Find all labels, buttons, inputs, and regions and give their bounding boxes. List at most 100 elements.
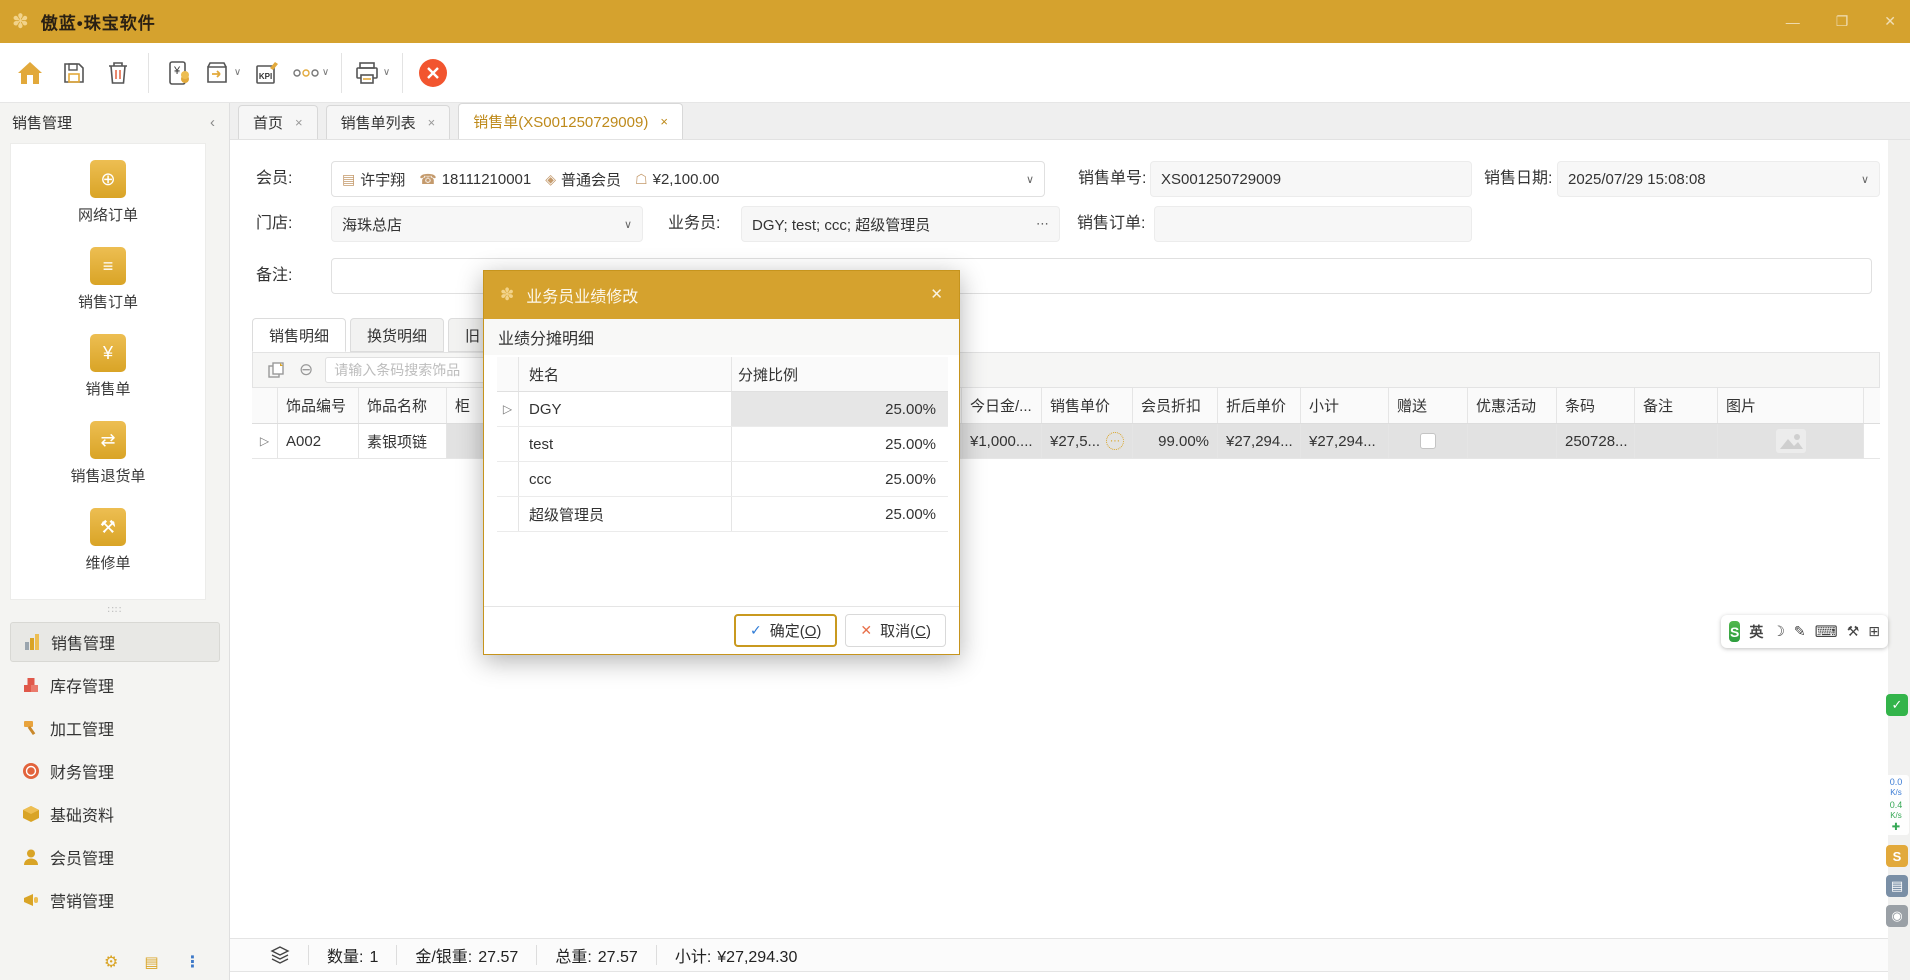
col-subtotal[interactable]: 小计 bbox=[1301, 388, 1389, 423]
window-tray-icon[interactable]: ▤ bbox=[1886, 875, 1908, 897]
cell-name[interactable]: test bbox=[519, 427, 732, 461]
sogou-tray-icon[interactable]: S bbox=[1886, 845, 1908, 867]
cell-item-name[interactable]: 素银项链 bbox=[359, 424, 447, 458]
ime-toolbox-grid-icon[interactable]: ⊞ bbox=[1868, 623, 1880, 640]
salesman-field[interactable]: DGY; test; ccc; 超级管理员 ⋯ bbox=[741, 206, 1060, 242]
copy-rows-button[interactable] bbox=[267, 361, 285, 379]
col-discounted-price[interactable]: 折后单价 bbox=[1218, 388, 1301, 423]
settings-gear-icon[interactable]: ⚙ bbox=[104, 952, 118, 972]
tab-close-icon[interactable]: × bbox=[295, 115, 303, 130]
col-unit-price[interactable]: 销售单价 bbox=[1042, 388, 1133, 423]
ime-language-toggle[interactable]: 英 bbox=[1749, 622, 1763, 642]
minimize-button[interactable]: — bbox=[1786, 14, 1800, 30]
cell-ratio[interactable]: 25.00% bbox=[732, 462, 948, 496]
payment-button[interactable]: ¥ bbox=[159, 51, 199, 95]
sidebar-item-sales-management[interactable]: 销售管理 bbox=[10, 622, 220, 662]
tab-exchange-detail[interactable]: 换货明细 bbox=[350, 318, 444, 352]
header-name[interactable]: 姓名 bbox=[519, 357, 732, 391]
cell-today-gold[interactable]: ¥1,000.... bbox=[962, 424, 1042, 458]
col-remark[interactable]: 备注 bbox=[1635, 388, 1718, 423]
tab-close-icon[interactable]: × bbox=[660, 114, 668, 129]
ime-halfwidth-moon-icon[interactable]: ☽ bbox=[1772, 623, 1785, 640]
tab-sales-list[interactable]: 销售单列表 × bbox=[326, 105, 451, 139]
cell-barcode[interactable]: 250728... bbox=[1557, 424, 1635, 458]
tab-sales-ticket[interactable]: 销售单(XS001250729009) × bbox=[458, 103, 683, 139]
export-button[interactable]: ∨ bbox=[203, 51, 243, 95]
cell-unit-price[interactable]: ¥27,5... ⋯ bbox=[1042, 424, 1133, 458]
cell-name[interactable]: DGY bbox=[519, 392, 732, 426]
print-button[interactable]: ∨ bbox=[352, 51, 392, 95]
ime-skin-pen-icon[interactable]: ✎ bbox=[1794, 623, 1806, 640]
dialog-titlebar[interactable]: ✽ 业务员业绩修改 ✕ bbox=[484, 271, 959, 319]
table-row[interactable]: ▷ DGY 25.00% bbox=[497, 392, 948, 427]
cell-ratio[interactable]: 25.00% bbox=[732, 427, 948, 461]
price-more-icon[interactable]: ⋯ bbox=[1106, 432, 1124, 450]
tab-home[interactable]: 首页 × bbox=[238, 105, 318, 139]
shortcut-sales-return[interactable]: ⇄ 销售退货单 bbox=[70, 421, 145, 486]
col-item-code[interactable]: 饰品编号 bbox=[278, 388, 359, 423]
shortcut-sales-order[interactable]: ≡ 销售订单 bbox=[78, 247, 138, 312]
document-icon[interactable]: ▤ bbox=[144, 953, 158, 971]
cell-ratio[interactable]: 25.00% bbox=[732, 392, 948, 426]
close-tab-button[interactable] bbox=[413, 51, 453, 95]
tab-sales-detail[interactable]: 销售明细 bbox=[252, 318, 346, 352]
shortcut-network-order[interactable]: ⊕ 网络订单 bbox=[78, 160, 138, 225]
order-no-input[interactable] bbox=[1151, 171, 1471, 188]
layers-icon[interactable] bbox=[270, 946, 290, 964]
cell-image[interactable] bbox=[1718, 424, 1864, 458]
member-combo[interactable]: ▤ 许宇翔 ☎ 18111210001 ◈ 普通会员 ☖ ¥2,100.00 ∨ bbox=[331, 161, 1045, 197]
ok-button[interactable]: ✓ 确定(O) bbox=[734, 614, 837, 647]
cell-name[interactable]: 超级管理员 bbox=[519, 497, 732, 531]
chevron-down-icon[interactable]: ∨ bbox=[1861, 173, 1869, 186]
cancel-button[interactable]: ✕ 取消(C) bbox=[845, 614, 946, 647]
sidebar-item-member-management[interactable]: 会员管理 bbox=[10, 837, 220, 877]
date-field[interactable]: 2025/07/29 15:08:08 ∨ bbox=[1557, 161, 1880, 197]
dialog-close-icon[interactable]: ✕ bbox=[930, 285, 943, 303]
remove-row-button[interactable]: ⊖ bbox=[299, 360, 313, 380]
header-ratio[interactable]: 分摊比例 bbox=[732, 357, 948, 391]
cell-item-code[interactable]: A002 bbox=[278, 424, 359, 458]
col-image[interactable]: 图片 bbox=[1718, 388, 1864, 423]
more-vertical-icon[interactable]: ⋮ bbox=[185, 952, 201, 972]
chevron-down-icon[interactable]: ∨ bbox=[1026, 173, 1034, 186]
cell-member-discount[interactable]: 99.00% bbox=[1133, 424, 1218, 458]
cell-ratio[interactable]: 25.00% bbox=[732, 497, 948, 531]
sidebar-item-basic-data[interactable]: 基础资料 bbox=[10, 794, 220, 834]
window-close-button[interactable]: ✕ bbox=[1884, 13, 1896, 30]
ime-keyboard-icon[interactable]: ⌨ bbox=[1815, 622, 1838, 642]
row-expand-cell[interactable]: ▷ bbox=[252, 424, 278, 458]
sogou-logo-icon[interactable]: S bbox=[1729, 621, 1740, 642]
table-row[interactable]: test 25.00% bbox=[497, 427, 948, 462]
gift-checkbox[interactable] bbox=[1420, 433, 1436, 449]
store-combo[interactable]: 海珠总店 ∨ bbox=[331, 206, 643, 242]
sidebar-item-finance-management[interactable]: 财务管理 bbox=[10, 751, 220, 791]
chevron-down-icon[interactable]: ∨ bbox=[624, 218, 632, 231]
order-no-field[interactable] bbox=[1150, 161, 1472, 197]
shortcut-repair-order[interactable]: ⚒ 维修单 bbox=[85, 508, 130, 573]
col-barcode[interactable]: 条码 bbox=[1557, 388, 1635, 423]
camera-tray-icon[interactable]: ◉ bbox=[1886, 905, 1908, 927]
ellipsis-button[interactable]: ⋯ bbox=[1036, 216, 1049, 232]
sidebar-item-marketing-management[interactable]: 营销管理 bbox=[10, 880, 220, 920]
kpi-button[interactable]: KPI bbox=[247, 51, 287, 95]
col-member-discount[interactable]: 会员折扣 bbox=[1133, 388, 1218, 423]
sales-order-field[interactable] bbox=[1154, 206, 1472, 242]
ime-tools-icon[interactable]: ⚒ bbox=[1847, 623, 1860, 640]
sales-order-input[interactable] bbox=[1155, 216, 1471, 233]
network-speed-widget[interactable]: 0.0K/s 0.4K/s ✚ bbox=[1883, 775, 1909, 835]
table-row[interactable]: ccc 25.00% bbox=[497, 462, 948, 497]
home-button[interactable] bbox=[10, 51, 50, 95]
col-today-gold[interactable]: 今日金/... bbox=[962, 388, 1042, 423]
tab-close-icon[interactable]: × bbox=[428, 115, 436, 130]
shortcut-sales-ticket[interactable]: ¥ 销售单 bbox=[85, 334, 130, 399]
security-check-badge-icon[interactable]: ✓ bbox=[1886, 694, 1908, 716]
sidebar-item-inventory-management[interactable]: 库存管理 bbox=[10, 665, 220, 705]
sidebar-resize-handle[interactable]: ∷∷ bbox=[0, 605, 230, 616]
save-button[interactable] bbox=[54, 51, 94, 95]
cell-subtotal[interactable]: ¥27,294... bbox=[1301, 424, 1389, 458]
maximize-button[interactable]: ❐ bbox=[1836, 13, 1849, 30]
cell-name[interactable]: ccc bbox=[519, 462, 732, 496]
table-row[interactable]: 超级管理员 25.00% bbox=[497, 497, 948, 532]
cell-promotion[interactable] bbox=[1468, 424, 1557, 458]
sidebar-collapse-icon[interactable]: ‹ bbox=[210, 114, 215, 131]
